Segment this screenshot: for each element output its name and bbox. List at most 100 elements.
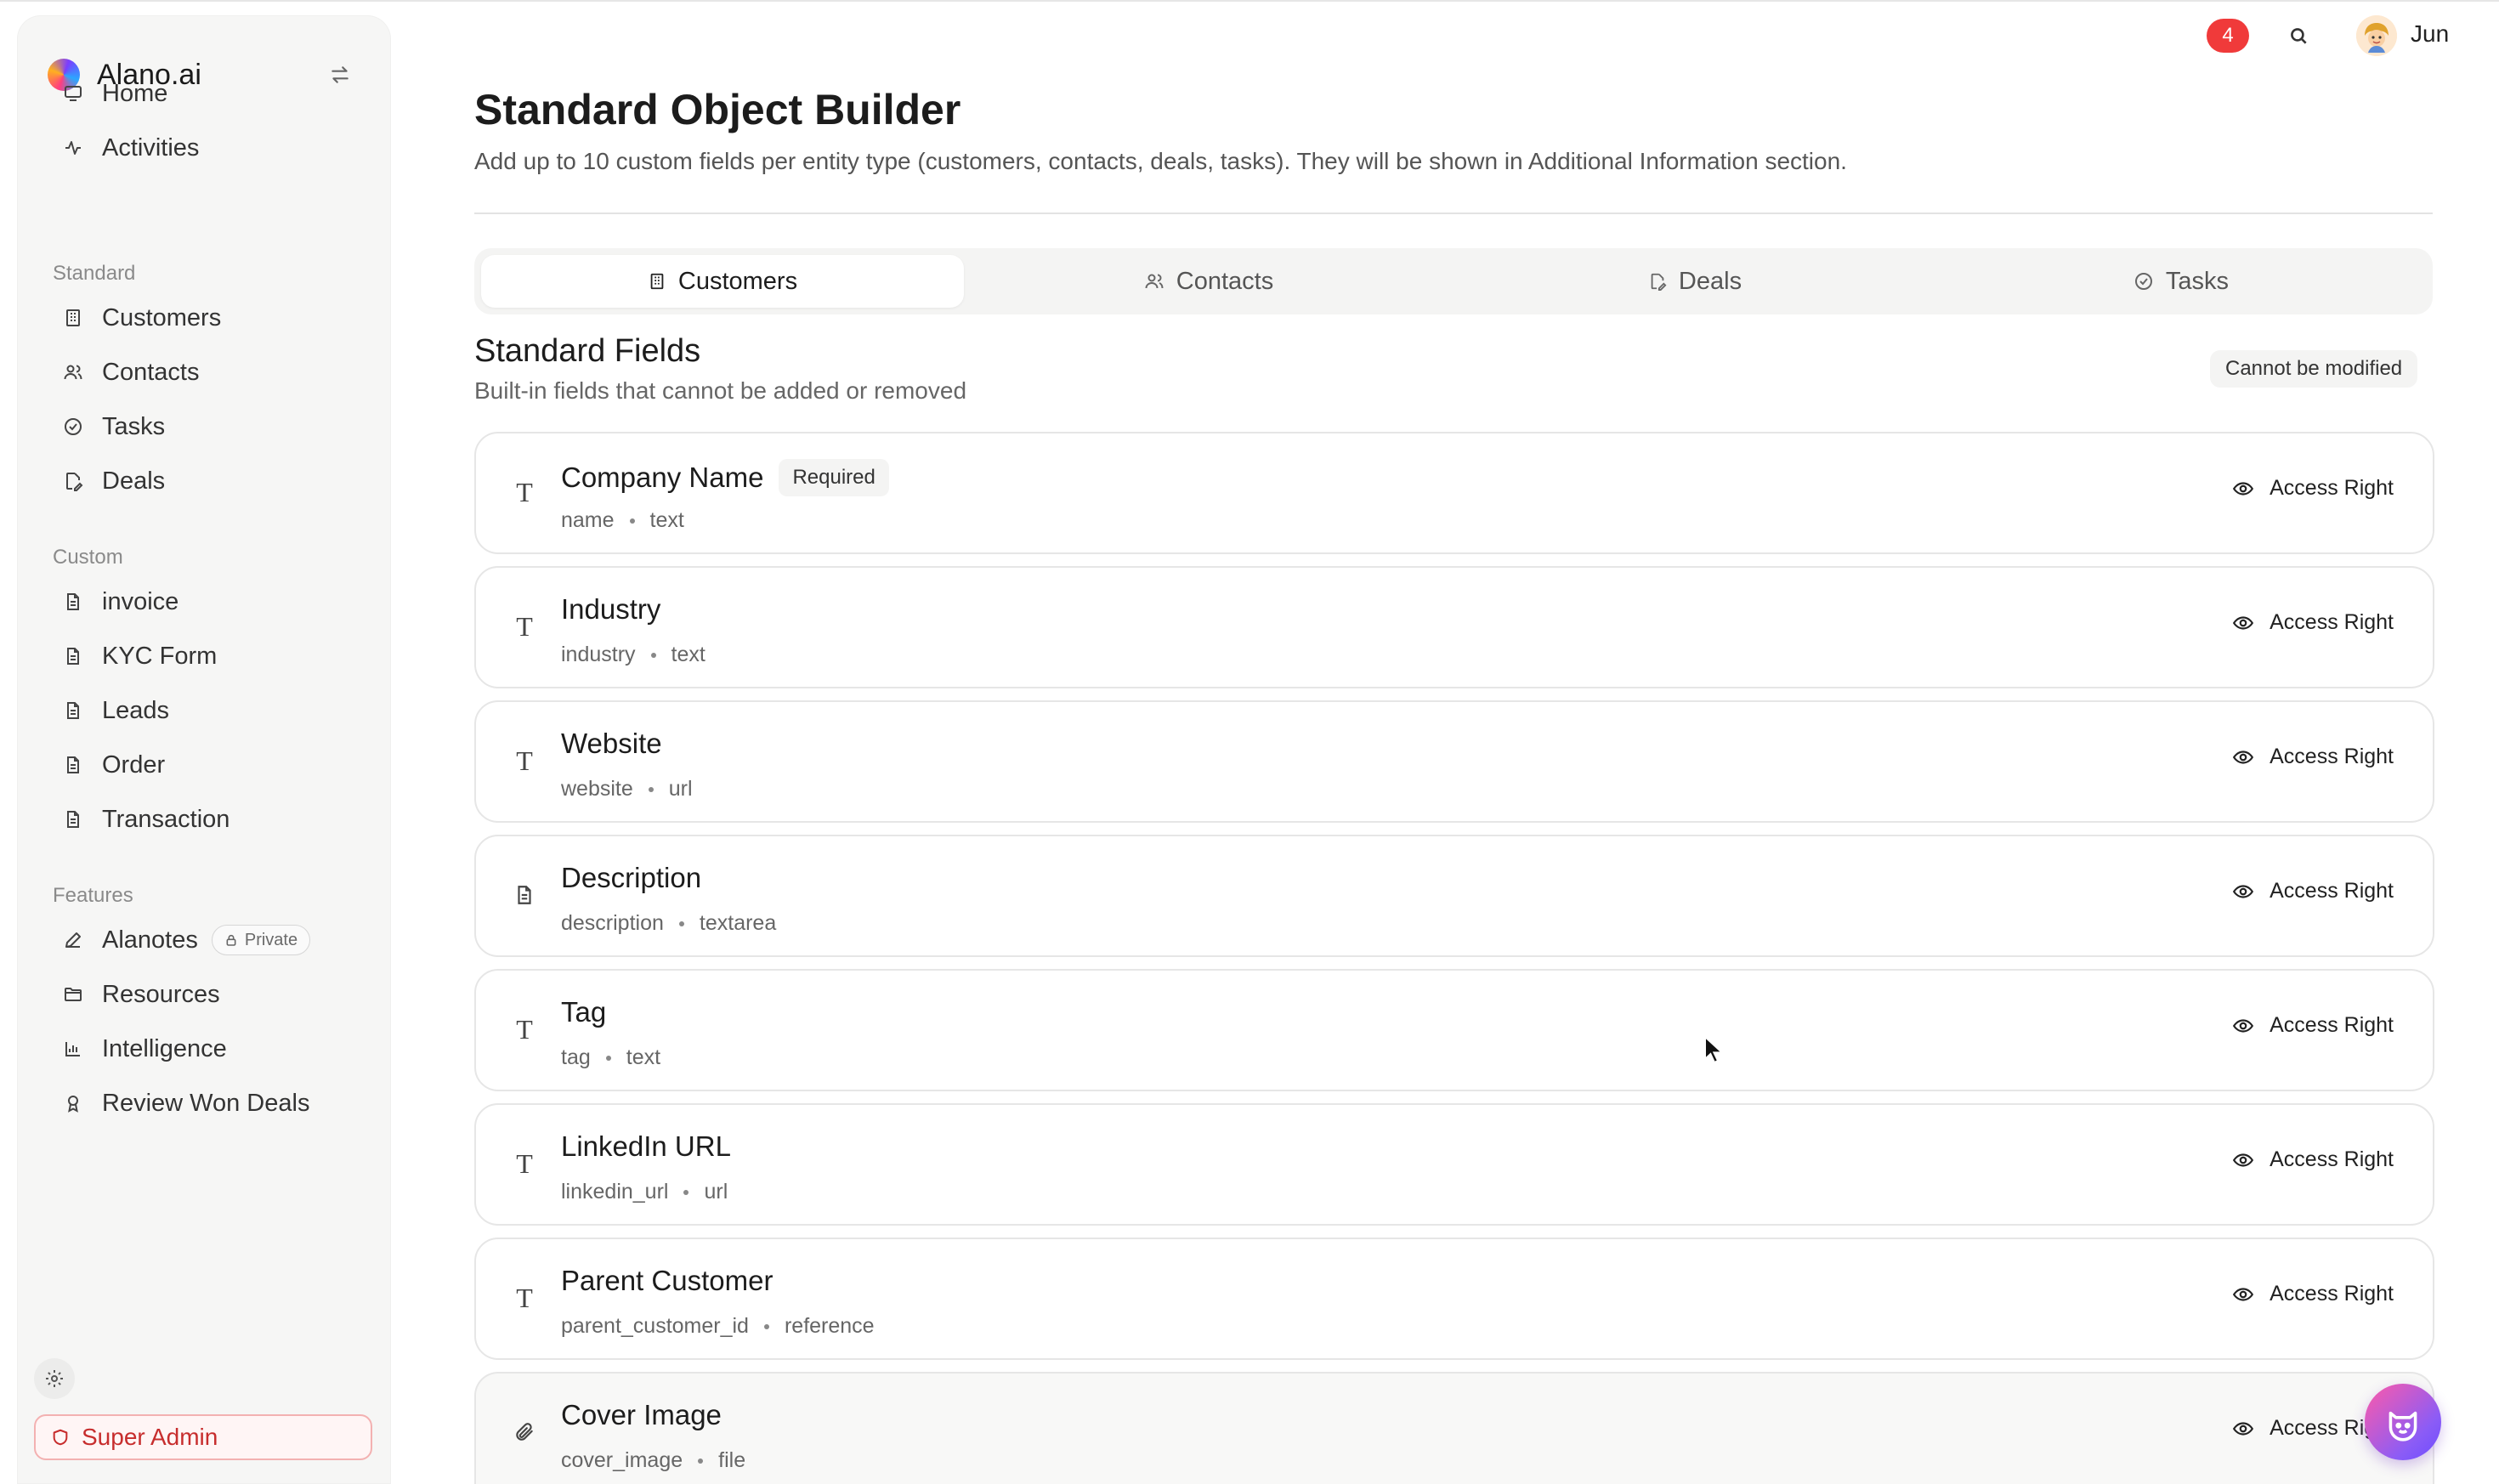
assistant-bot-button[interactable] — [2365, 1384, 2441, 1460]
notification-badge[interactable]: 4 — [2207, 19, 2249, 53]
super-admin-button[interactable]: Super Admin — [34, 1414, 372, 1460]
eye-icon — [2233, 750, 2254, 764]
users-icon — [61, 360, 85, 384]
tab-tasks[interactable]: Tasks — [1940, 255, 2422, 308]
field-meta: parent_customer_id reference — [561, 1314, 875, 1339]
sidebar-item-leads[interactable]: Leads — [44, 687, 381, 734]
pen-icon — [61, 928, 85, 952]
cat-bot-icon — [2388, 1411, 2417, 1442]
field-card-industry[interactable]: T Industry industry text Access Right — [474, 566, 2434, 688]
field-type: text — [671, 643, 706, 666]
tab-label: Tasks — [2165, 267, 2230, 295]
field-card-parent-customer[interactable]: T Parent Customer parent_customer_id refe… — [474, 1238, 2434, 1360]
sidebar-item-invoice[interactable]: invoice — [44, 578, 381, 626]
access-right-button[interactable]: Access Right — [2232, 879, 2394, 903]
access-right-label: Access Right — [2270, 1147, 2394, 1171]
field-meta: name text — [561, 508, 684, 533]
field-card-company-name[interactable]: T Company Name Required name text Access … — [474, 432, 2434, 554]
field-key: name — [561, 508, 615, 532]
access-right-button[interactable]: Access Right — [2232, 610, 2394, 635]
access-right-button[interactable]: Access Right — [2232, 745, 2394, 769]
sidebar-item-activities[interactable]: Activities — [44, 124, 381, 172]
access-right-button[interactable]: Access Right — [2232, 1013, 2394, 1038]
sidebar: Alano.ai Home Activities Standard Custom… — [17, 15, 391, 1484]
document-icon — [61, 590, 85, 614]
sidebar-item-order[interactable]: Order — [44, 741, 381, 789]
field-meta: website url — [561, 777, 693, 801]
file-edit-icon — [61, 469, 85, 493]
access-right-button[interactable]: Access Right — [2232, 1147, 2394, 1172]
field-meta: cover_image file — [561, 1448, 745, 1473]
sidebar-item-label: Transaction — [102, 805, 230, 833]
field-card-website[interactable]: T Website website url Access Right — [474, 700, 2434, 823]
avatar[interactable] — [2356, 15, 2397, 56]
access-right-button[interactable]: Access Right — [2232, 1282, 2394, 1306]
document-icon — [61, 699, 85, 722]
field-meta: linkedin_url url — [561, 1180, 728, 1204]
eye-icon — [2233, 1421, 2254, 1436]
text-type-icon: T — [516, 1013, 533, 1045]
eye-icon — [2233, 884, 2254, 898]
sidebar-item-deals[interactable]: Deals — [44, 457, 381, 505]
folder-icon — [61, 983, 85, 1006]
sidebar-item-contacts[interactable]: Contacts — [44, 348, 381, 396]
field-type: text — [626, 1045, 661, 1069]
sidebar-item-label: Review Won Deals — [102, 1089, 310, 1117]
sidebar-item-intelligence[interactable]: Intelligence — [44, 1025, 381, 1073]
field-card-tag[interactable]: T Tag tag text Access Right — [474, 969, 2434, 1091]
text-type-icon: T — [516, 745, 533, 776]
users-icon — [1145, 274, 1164, 289]
text-type-icon: T — [516, 1147, 533, 1179]
building-icon — [650, 273, 664, 290]
sidebar-item-resources[interactable]: Resources — [44, 971, 381, 1018]
document-icon — [61, 644, 85, 668]
gear-icon — [46, 1370, 63, 1387]
tab-label: Deals — [1678, 267, 1742, 295]
user-avatar-icon — [2356, 15, 2397, 56]
sidebar-item-label: Activities — [102, 133, 200, 161]
paperclip-icon — [510, 1418, 539, 1447]
document-icon — [61, 807, 85, 831]
sidebar-item-customers[interactable]: Customers — [44, 294, 381, 342]
sidebar-item-alanotes[interactable]: Alanotes Private — [44, 916, 381, 964]
field-card-linkedin-url[interactable]: T LinkedIn URL linkedin_url url Access Ri… — [474, 1103, 2434, 1226]
field-name: Description — [561, 862, 702, 893]
field-key: description — [561, 911, 664, 935]
settings-button[interactable] — [34, 1358, 75, 1399]
section-subtitle: Built-in fields that cannot be added or … — [474, 377, 967, 404]
field-card-cover-image[interactable]: Cover Image cover_image file Access Right — [474, 1372, 2434, 1484]
search-button[interactable] — [2281, 19, 2315, 53]
field-meta: description textarea — [561, 911, 776, 936]
tab-contacts[interactable]: Contacts — [967, 255, 1450, 308]
header-divider — [474, 212, 2433, 214]
separator-dot — [648, 786, 654, 792]
separator-dot — [605, 1055, 611, 1061]
tab-label: Customers — [677, 267, 798, 295]
search-icon — [2291, 28, 2307, 44]
user-name[interactable]: Jun — [2411, 20, 2449, 48]
bar-chart-icon — [61, 1037, 85, 1061]
text-type-icon: T — [516, 1282, 533, 1313]
field-key: cover_image — [561, 1448, 683, 1472]
sidebar-item-tasks[interactable]: Tasks — [44, 403, 381, 450]
tab-customers[interactable]: Customers — [481, 255, 964, 308]
separator-dot — [763, 1323, 769, 1329]
field-card-description[interactable]: Description description textarea Access R… — [474, 835, 2434, 957]
sidebar-item-review-won-deals[interactable]: Review Won Deals — [44, 1079, 381, 1127]
field-meta: industry text — [561, 643, 706, 667]
sidebar-item-label: Contacts — [102, 358, 200, 386]
super-admin-label: Super Admin — [82, 1424, 218, 1450]
sidebar-item-home[interactable]: Home — [44, 70, 381, 117]
sidebar-item-label: Tasks — [102, 412, 166, 440]
sidebar-item-transaction[interactable]: Transaction — [44, 796, 381, 843]
field-key: website — [561, 777, 633, 801]
access-right-button[interactable]: Access Right — [2232, 476, 2394, 501]
sidebar-item-kyc-form[interactable]: KYC Form — [44, 632, 381, 680]
field-type: text — [649, 508, 684, 532]
sidebar-item-label: Customers — [102, 303, 222, 331]
field-type: file — [718, 1448, 746, 1472]
sidebar-item-label: KYC Form — [102, 642, 218, 670]
private-badge-label: Private — [244, 930, 298, 949]
tab-deals[interactable]: Deals — [1454, 255, 1936, 308]
sidebar-item-label: Resources — [102, 980, 220, 1008]
